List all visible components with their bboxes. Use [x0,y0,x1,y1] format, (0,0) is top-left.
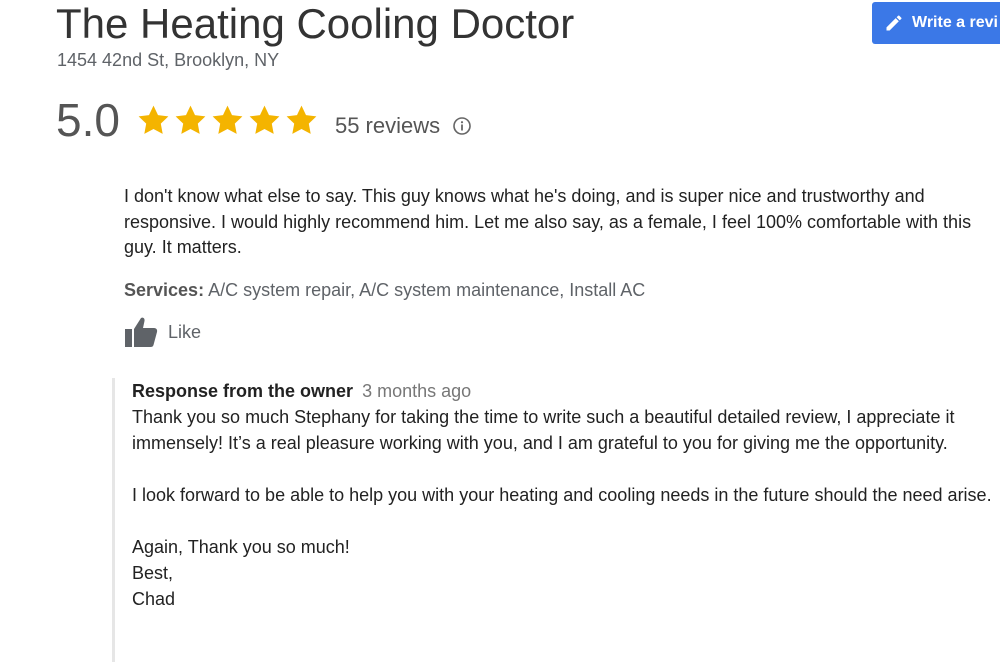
business-address: 1454 42nd St, Brooklyn, NY [57,50,280,70]
owner-response-signoff: Again, Thank you so much! Best, Chad [132,537,350,609]
pencil-icon [886,15,902,31]
services-value: A/C system repair, A/C system maintenanc… [208,280,646,300]
owner-response-header: Response from the owner 3 months ago [132,378,992,404]
owner-response-time: 3 months ago [362,381,472,401]
review-services: Services: A/C system repair, A/C system … [124,278,645,302]
review-count-link[interactable]: 55 reviews [335,113,440,139]
write-review-label: Write a revi [912,14,998,31]
like-label: Like [168,321,202,342]
write-review-button[interactable]: Write a revi [872,2,1000,44]
services-label: Services: [124,280,205,300]
rating-summary: 5.0 55 reviews [56,92,472,148]
business-name: The Heating Cooling Doctor [56,0,575,47]
owner-response: Response from the owner 3 months ago Tha… [112,378,992,662]
owner-response-title: Response from the owner [132,381,354,401]
rating-value: 5.0 [56,94,120,146]
review-page: The Heating Cooling Doctor 1454 42nd St,… [0,0,1000,662]
star-icon [212,105,243,134]
owner-response-paragraph: I look forward to be able to help you wi… [132,485,992,505]
owner-response-paragraph: Thank you so much Stephany for taking th… [132,407,955,453]
star-icon [138,105,169,134]
star-icon [175,105,206,134]
info-icon[interactable] [452,116,472,136]
star-rating [136,103,321,138]
thumbs-up-icon [125,317,158,347]
like-button[interactable]: Like [124,315,201,349]
star-icon [286,105,317,134]
review-text: I don't know what else to say. This guy … [124,186,972,258]
star-icon [249,105,280,134]
